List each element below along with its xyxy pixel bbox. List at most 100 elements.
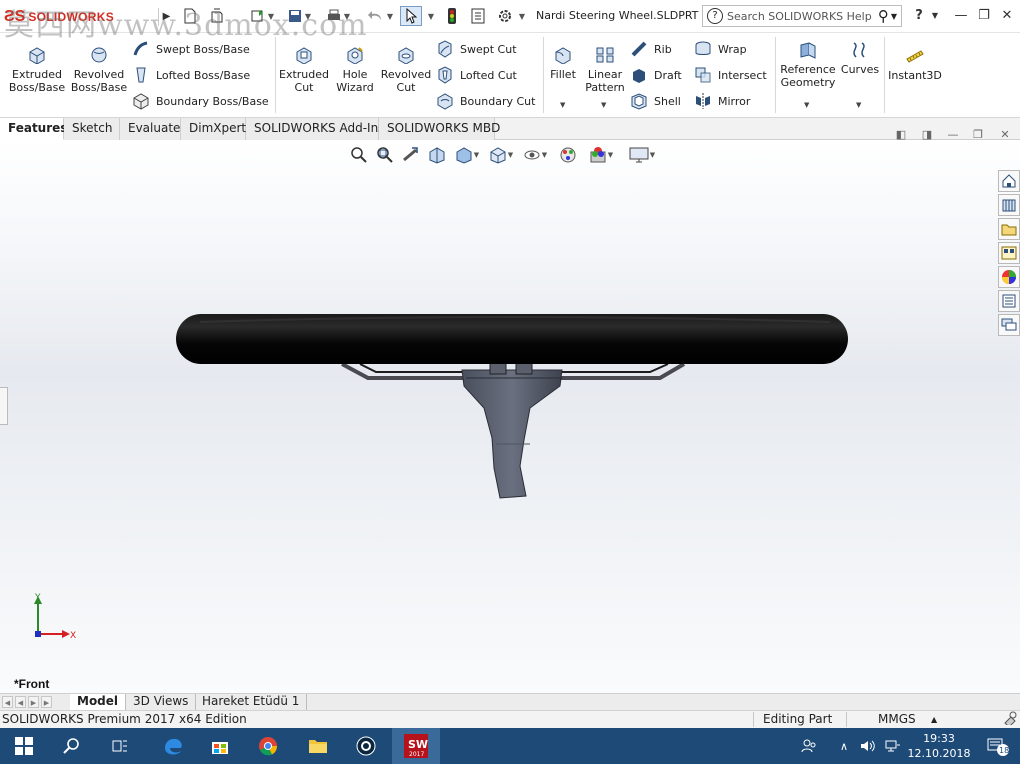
reference-geometry-dropdown-arrow[interactable]: ▼ xyxy=(804,101,809,109)
lofted-cut-button[interactable]: Lofted Cut xyxy=(436,65,517,85)
help-menu-icon[interactable]: ? xyxy=(908,5,930,27)
customize-status-icon[interactable] xyxy=(1003,711,1017,728)
swept-cut-button[interactable]: Swept Cut xyxy=(436,39,517,59)
rib-button[interactable]: Rib xyxy=(630,39,672,59)
tab-features[interactable]: Features xyxy=(0,118,67,140)
search-taskbar-icon[interactable] xyxy=(48,728,96,764)
display-style-icon[interactable]: ▼ xyxy=(486,145,516,165)
feature-manager-flyout-handle[interactable] xyxy=(0,387,8,425)
people-icon[interactable] xyxy=(798,728,820,764)
graphics-area[interactable]: ◧ ◨ — ❐ ✕ ▼ ▼ ▼ ▼ ▼ Y X *Front xyxy=(0,128,1020,693)
tab-sketch[interactable]: Sketch xyxy=(64,118,120,140)
menu-expand-arrow[interactable]: ▶ xyxy=(158,8,174,26)
tab-evaluate[interactable]: Evaluate xyxy=(120,118,181,140)
search-dropdown-arrow[interactable]: ▼ xyxy=(891,12,897,21)
curves-button[interactable]: Curves xyxy=(840,41,880,76)
save-icon[interactable]: ▼ xyxy=(284,6,314,26)
options-gear-icon[interactable]: ▼ xyxy=(493,6,529,26)
help-dropdown-arrow[interactable]: ▼ xyxy=(928,5,942,27)
boundary-cut-button[interactable]: Boundary Cut xyxy=(436,91,535,111)
viewport-prev-icon[interactable]: ◧ xyxy=(894,128,908,142)
file-properties-icon[interactable] xyxy=(468,6,488,26)
close-window-button[interactable]: ✕ xyxy=(996,5,1018,27)
volume-icon[interactable] xyxy=(858,728,878,764)
minimize-window-button[interactable]: — xyxy=(950,5,972,27)
tab-model[interactable]: Model xyxy=(70,694,127,710)
task-view-icon[interactable] xyxy=(96,728,144,764)
instant3d-button[interactable]: Instant3D xyxy=(887,47,943,82)
file-explorer-taskbar-icon[interactable] xyxy=(294,728,342,764)
select-dropdown-arrow[interactable]: ▼ xyxy=(424,6,436,26)
search-input[interactable]: Search SOLIDWORKS Help xyxy=(727,10,878,23)
section-view-icon[interactable] xyxy=(426,145,448,165)
boundary-boss-button[interactable]: Boundary Boss/Base xyxy=(132,91,269,111)
tab-solidworks-add-ins[interactable]: SOLIDWORKS Add-Ins xyxy=(246,118,384,140)
tab-dimxpert[interactable]: DimXpert xyxy=(181,118,246,140)
chrome-icon[interactable] xyxy=(244,728,292,764)
viewport-next-icon[interactable]: ◨ xyxy=(920,128,934,142)
pattern-dropdown-arrow[interactable]: ▼ xyxy=(601,101,606,109)
select-pointer-icon[interactable] xyxy=(400,6,422,26)
intersect-button[interactable]: Intersect xyxy=(694,65,767,85)
reference-geometry-button[interactable]: Reference Geometry xyxy=(778,41,838,89)
rebuild-icon[interactable]: ▼ xyxy=(247,6,277,26)
tab-3d-views[interactable]: 3D Views xyxy=(126,694,197,710)
extruded-cut-button[interactable]: Extruded Cut xyxy=(278,46,330,94)
open-document-icon[interactable] xyxy=(207,6,229,26)
wrap-button[interactable]: Wrap xyxy=(694,39,747,59)
next-tab-arrow[interactable]: ▶ xyxy=(28,696,39,708)
curves-dropdown-arrow[interactable]: ▼ xyxy=(856,101,861,109)
hide-show-items-icon[interactable]: ▼ xyxy=(520,145,550,165)
system-clock[interactable]: 19:33 12.10.2018 xyxy=(907,731,971,761)
zoom-to-area-icon[interactable] xyxy=(374,145,396,165)
custom-properties-icon[interactable] xyxy=(998,290,1020,312)
linear-pattern-button[interactable]: Linear Pattern xyxy=(582,46,628,94)
viewport-restore-button[interactable]: ❐ xyxy=(971,128,985,142)
show-hidden-icons-arrow[interactable]: ∧ xyxy=(836,728,852,764)
first-tab-arrow[interactable]: ◀ xyxy=(2,696,13,708)
unit-system-dropdown-arrow[interactable]: ▲ xyxy=(931,711,937,728)
undo-icon[interactable]: ▼ xyxy=(362,6,398,26)
mirror-button[interactable]: Mirror xyxy=(694,91,750,111)
viewport-minimize-button[interactable]: — xyxy=(946,128,960,142)
shell-button[interactable]: Shell xyxy=(630,91,681,111)
view-orientation-icon[interactable]: ▼ xyxy=(452,145,482,165)
file-explorer-icon[interactable] xyxy=(998,218,1020,240)
last-tab-arrow[interactable]: ▶ xyxy=(41,696,52,708)
unit-system-label[interactable]: MMGS xyxy=(878,711,916,728)
start-button[interactable] xyxy=(0,728,48,764)
tab-motion-study[interactable]: Hareket Etüdü 1 xyxy=(195,694,308,710)
steering-wheel-model[interactable] xyxy=(170,308,860,502)
prev-tab-arrow[interactable]: ◀ xyxy=(15,696,26,708)
viewport-close-button[interactable]: ✕ xyxy=(998,128,1012,142)
zoom-to-fit-icon[interactable] xyxy=(348,145,370,165)
solidworks-logo[interactable]: ƧS SOLIDWORKS xyxy=(4,6,114,28)
appearances-scenes-icon[interactable] xyxy=(998,266,1020,288)
new-document-icon[interactable] xyxy=(180,6,200,26)
tab-solidworks-mbd[interactable]: SOLIDWORKS MBD xyxy=(379,118,500,140)
revolved-cut-button[interactable]: Revolved Cut xyxy=(380,46,432,94)
steam-app-icon[interactable] xyxy=(342,728,390,764)
rebuild-traffic-light-icon[interactable] xyxy=(444,6,460,26)
edge-browser-icon[interactable] xyxy=(148,728,196,764)
view-palette-icon[interactable] xyxy=(998,242,1020,264)
extruded-boss-button[interactable]: Extruded Boss/Base xyxy=(8,46,66,94)
design-library-icon[interactable] xyxy=(998,194,1020,216)
restore-window-button[interactable]: ❐ xyxy=(973,5,995,27)
hole-wizard-button[interactable]: Hole Wizard xyxy=(332,46,378,94)
previous-view-icon[interactable] xyxy=(400,145,422,165)
view-settings-icon[interactable]: ▼ xyxy=(626,145,658,165)
apply-scene-icon[interactable]: ▼ xyxy=(586,145,616,165)
help-search-box[interactable]: ? Search SOLIDWORKS Help ⚲ ▼ xyxy=(702,5,902,27)
swept-boss-button[interactable]: Swept Boss/Base xyxy=(132,39,250,59)
edit-appearance-icon[interactable] xyxy=(554,145,582,165)
solidworks-resources-icon[interactable] xyxy=(998,170,1020,192)
action-center-icon[interactable]: 18 xyxy=(980,728,1016,764)
search-icon[interactable]: ⚲ xyxy=(878,7,889,25)
solidworks-taskbar-icon[interactable]: SW 2017 xyxy=(392,728,440,764)
store-icon[interactable] xyxy=(196,728,244,764)
revolved-boss-button[interactable]: Revolved Boss/Base xyxy=(70,46,128,94)
draft-button[interactable]: Draft xyxy=(630,65,682,85)
fillet-button[interactable]: Fillet xyxy=(546,46,580,81)
print-icon[interactable]: ▼ xyxy=(323,6,353,26)
